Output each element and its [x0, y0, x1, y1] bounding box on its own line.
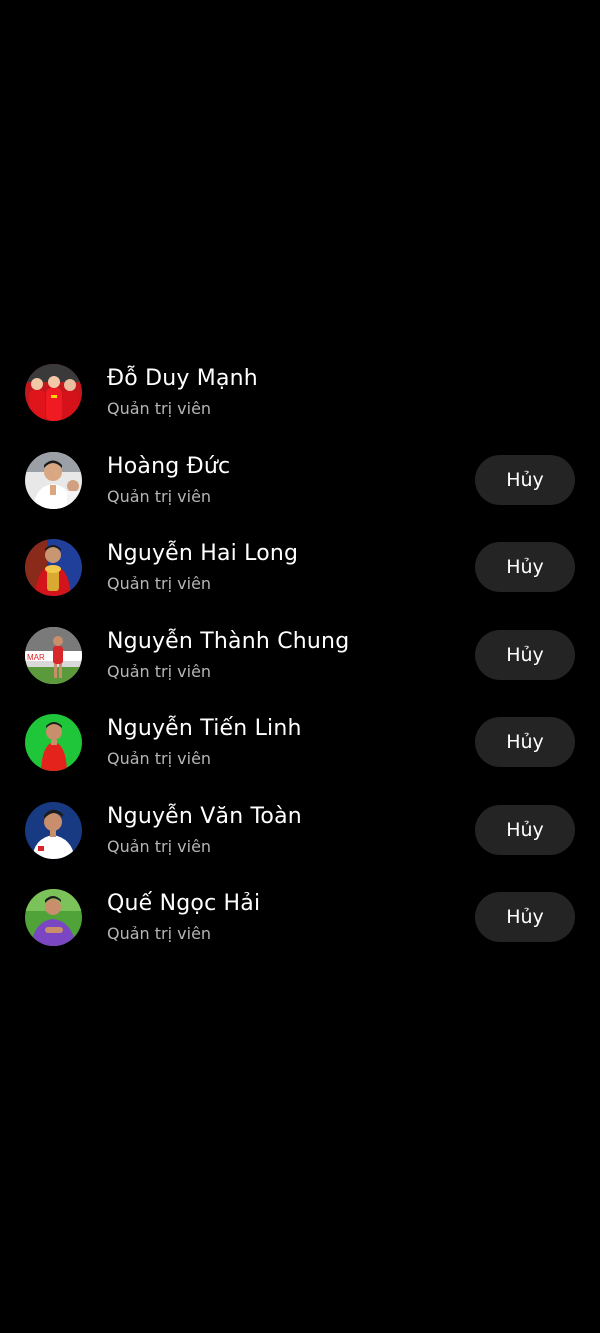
avatar[interactable]	[25, 889, 82, 946]
avatar[interactable]	[25, 801, 82, 859]
cancel-button[interactable]: Hủy	[475, 629, 575, 680]
member-name: Nguyễn Tiến Linh	[107, 716, 302, 741]
person-avatar-icon	[25, 714, 82, 771]
member-name: Quế Ngọc Hải	[107, 891, 261, 916]
team-photo-avatar-icon	[25, 364, 82, 421]
member-role: Quản trị viên	[107, 574, 212, 593]
member-name: Nguyễn Thành Chung	[107, 628, 350, 654]
member-name: Đỗ Duy Mạnh	[107, 366, 258, 391]
member-role: Quản trị viên	[107, 924, 212, 943]
avatar[interactable]	[25, 364, 82, 421]
member-row-que-ngoc-hai[interactable]: Quế Ngọc Hải Quản trị viên Hủy	[0, 873, 600, 961]
cancel-button[interactable]: Hủy	[475, 892, 575, 942]
stadium-avatar-icon: MAR	[25, 626, 82, 684]
cancel-button[interactable]: Hủy	[475, 804, 575, 855]
member-row-nguyen-hai-long[interactable]: Nguyễn Hai Long Quản trị viên Hủy	[0, 523, 600, 611]
cancel-button[interactable]: Hủy	[475, 542, 575, 592]
person-avatar-icon	[25, 451, 82, 509]
member-role: Quản trị viên	[107, 399, 212, 418]
avatar[interactable]	[25, 451, 82, 509]
member-role: Quản trị viên	[107, 661, 212, 681]
person-avatar-icon	[25, 889, 82, 946]
member-row-nguyen-tien-linh[interactable]: Nguyễn Tiến Linh Quản trị viên Hủy	[0, 698, 600, 786]
member-row-do-duy-manh[interactable]: Đỗ Duy Mạnh Quản trị viên	[0, 348, 600, 436]
member-row-nguyen-van-toan[interactable]: Nguyễn Văn Toàn Quản trị viên Hủy	[0, 786, 600, 874]
member-role: Quản trị viên	[107, 486, 212, 506]
avatar[interactable]	[25, 539, 82, 596]
member-list: Đỗ Duy Mạnh Quản trị viên Hoàng Đức Quản…	[0, 348, 600, 961]
svg-text:MAR: MAR	[27, 653, 45, 662]
member-row-hoang-duc[interactable]: Hoàng Đức Quản trị viên Hủy	[0, 436, 600, 524]
trophy-avatar-icon	[25, 539, 82, 596]
member-role: Quản trị viên	[107, 749, 212, 768]
member-name: Nguyễn Văn Toàn	[107, 803, 302, 829]
person-avatar-icon	[25, 801, 82, 859]
cancel-button[interactable]: Hủy	[475, 717, 575, 767]
member-row-nguyen-thanh-chung[interactable]: MAR Nguyễn Thành Chung Quản trị viên Hủy	[0, 611, 600, 699]
member-name: Nguyễn Hai Long	[107, 541, 299, 566]
member-name: Hoàng Đức	[107, 453, 231, 479]
avatar[interactable]	[25, 714, 82, 771]
member-role: Quản trị viên	[107, 836, 212, 856]
avatar[interactable]: MAR	[25, 626, 82, 684]
cancel-button[interactable]: Hủy	[475, 454, 575, 505]
